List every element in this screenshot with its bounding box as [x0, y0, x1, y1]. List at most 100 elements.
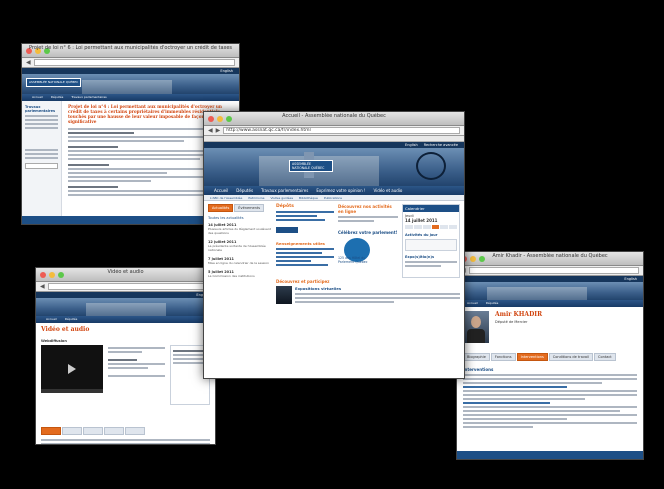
assnat-logo: ASSEMBLÉE NATIONALE QUÉBEC — [289, 160, 333, 172]
page-title: Vidéo et audio — [41, 326, 90, 333]
depute-tabs: Biographie Fonctions Interventions Condi… — [463, 353, 637, 361]
window-title: Accueil - Assemblée nationale du Québec — [282, 113, 386, 119]
depute-photo — [463, 311, 489, 343]
menu-accueil[interactable]: Accueil — [46, 316, 57, 323]
expo-title: Expo(s)itio(n)s — [405, 255, 435, 259]
tab-biographie[interactable]: Biographie — [463, 353, 490, 361]
tab[interactable] — [83, 427, 103, 435]
forward-icon[interactable]: ▶ — [216, 127, 221, 134]
site-banner: ASSEMBLÉE NATIONALE QUÉBEC — [22, 74, 239, 94]
menu-accueil[interactable]: Accueil — [214, 186, 228, 195]
tab-contact[interactable]: Contact — [594, 353, 616, 361]
tab-interventions[interactable]: Interventions — [516, 353, 548, 361]
sidebar-search-input[interactable] — [25, 163, 58, 169]
title-bar: Projet de loi n° 6 : Loi permettant aux … — [22, 44, 239, 58]
window-video-audio: Vidéo et audio ◀ English Accueil Députés… — [35, 267, 216, 445]
submenu-abc[interactable]: L'ABC de l'Assemblée — [210, 195, 242, 200]
renseignements-title: Renseignements utiles — [276, 241, 325, 246]
video-player[interactable] — [41, 345, 103, 393]
menu-deputes[interactable]: Députés — [51, 94, 64, 101]
news-item[interactable]: 14 juillet 2011 Plusieurs articles du Rè… — [208, 223, 272, 235]
news-item[interactable]: 5 juillet 2011 La Commission des institu… — [208, 270, 272, 278]
menu-travaux[interactable]: Travaux parlementaires — [261, 186, 308, 195]
news-text: Mise en ligne du calendrier de la sessio… — [208, 261, 270, 265]
play-icon[interactable] — [68, 364, 76, 374]
menu-video[interactable]: Vidéo et audio — [374, 186, 403, 195]
title-bar: Vidéo et audio — [36, 268, 215, 282]
depots-title: Dépôts — [276, 204, 294, 209]
tab[interactable] — [62, 427, 82, 435]
tab-evenements[interactable]: Événements — [234, 204, 265, 212]
address-bar[interactable] — [47, 283, 211, 290]
back-icon[interactable]: ◀ — [208, 127, 213, 134]
menu-accueil[interactable]: Accueil — [467, 300, 478, 307]
submenu-publications[interactable]: Publications — [324, 195, 342, 200]
address-bar[interactable] — [468, 267, 639, 274]
site-banner: ASSEMBLÉE NATIONALE QUÉBEC — [204, 148, 464, 186]
site-banner — [457, 282, 643, 300]
depots-button[interactable] — [276, 227, 298, 233]
sidebar-title: Travaux parlementaires — [25, 105, 56, 113]
assnat-logo: ASSEMBLÉE NATIONALE QUÉBEC — [26, 78, 82, 87]
main-menu: Accueil Députés Travaux parlementaires E… — [204, 186, 464, 195]
window-title: Amir Khadir - Assemblée nationale du Qué… — [492, 253, 608, 259]
decouvrez-title: Découvrez et participez — [276, 279, 330, 284]
window-title: Projet de loi n° 6 : Loi permettant aux … — [28, 45, 233, 51]
submenu-patrimoine[interactable]: Patrimoine — [248, 195, 264, 200]
tab-fonctions[interactable]: Fonctions — [490, 353, 516, 361]
tab-on[interactable] — [41, 427, 61, 435]
exposition-title[interactable]: Expositions virtuelles — [295, 286, 460, 291]
window-accueil: Accueil - Assemblée nationale du Québec … — [203, 111, 465, 379]
menu-travaux[interactable]: Travaux parlementaires — [71, 94, 106, 101]
sidebar: Travaux parlementaires — [22, 101, 62, 221]
window-depute: Amir Khadir - Assemblée nationale du Qué… — [456, 251, 644, 460]
sculpture-graphic — [416, 152, 446, 180]
news-item[interactable]: 12 juillet 2011 La présidente sortante d… — [208, 240, 272, 252]
window-title: Vidéo et audio — [107, 269, 144, 275]
tab-actualites[interactable]: Actualités — [208, 204, 234, 212]
section-title: Interventions — [463, 367, 494, 372]
site-footer — [457, 451, 643, 459]
calendar-title: Calendrier — [403, 205, 459, 212]
title-bar: Amir Khadir - Assemblée nationale du Qué… — [457, 252, 643, 266]
back-icon[interactable]: ◀ — [40, 283, 45, 290]
main-menu: Accueil Députés — [457, 300, 643, 307]
news-tabs: Actualités Événements — [208, 204, 272, 212]
main-menu: Accueil Députés Travaux parlementaires — [22, 94, 239, 101]
depute-name: Amir KHADIR — [495, 311, 543, 318]
calendar-date: 14 juillet 2011 — [405, 218, 438, 223]
news-item[interactable]: 7 juillet 2011 Mise en ligne du calendri… — [208, 257, 272, 265]
address-bar[interactable]: http://www.assnat.qc.ca/fr/index.html — [223, 127, 460, 134]
nouveau-title: Découvrez nos activités en ligne — [338, 204, 392, 214]
news-text: Plusieurs articles du Règlement soulèven… — [208, 227, 271, 235]
exposition-thumbnail[interactable] — [276, 286, 292, 304]
menu-deputes[interactable]: Députés — [65, 316, 78, 323]
news-text: La Commission des institutions — [208, 274, 255, 278]
title-bar: Accueil - Assemblée nationale du Québec — [204, 112, 464, 126]
submenu-bibliotheque[interactable]: Bibliothèque — [299, 195, 318, 200]
menu-opinion[interactable]: Exprimez votre opinion ! — [316, 186, 365, 195]
news-list: 14 juillet 2011 Plusieurs articles du Rè… — [208, 223, 272, 278]
video-tabs — [41, 427, 210, 435]
activites-title: Activités du jour — [405, 233, 438, 237]
main-menu: Accueil Députés — [36, 316, 215, 323]
anniversary-text: 125 ans Hôtel du Parlement Québec — [338, 256, 368, 264]
depute-subtitle: Député de Mercier — [495, 320, 528, 324]
submenu-visites[interactable]: Visites guidées — [270, 195, 293, 200]
menu-deputes[interactable]: Députés — [486, 300, 499, 307]
celebrez-title: Célébrez votre parlement! — [338, 230, 398, 235]
menu-deputes[interactable]: Députés — [236, 186, 253, 195]
address-bar[interactable] — [33, 59, 235, 66]
news-text: La présidente sortante de l'Assemblée na… — [208, 244, 266, 252]
webdiffusion-label: Webdiffusion — [41, 339, 67, 343]
news-all-link[interactable]: Toutes les actualités — [208, 216, 272, 220]
menu-accueil[interactable]: Accueil — [32, 94, 43, 101]
anniversary-graphic[interactable]: 125 ans Hôtel du Parlement Québec — [338, 238, 378, 274]
calendar-panel: Calendrier Jeudi 14 juillet 2011 Activit… — [402, 204, 460, 278]
tab-conditions[interactable]: Conditions de travail — [548, 353, 594, 361]
site-banner — [36, 298, 215, 316]
calendar-grid[interactable] — [405, 225, 457, 229]
tab[interactable] — [104, 427, 124, 435]
tab[interactable] — [125, 427, 145, 435]
back-icon[interactable]: ◀ — [26, 59, 31, 66]
